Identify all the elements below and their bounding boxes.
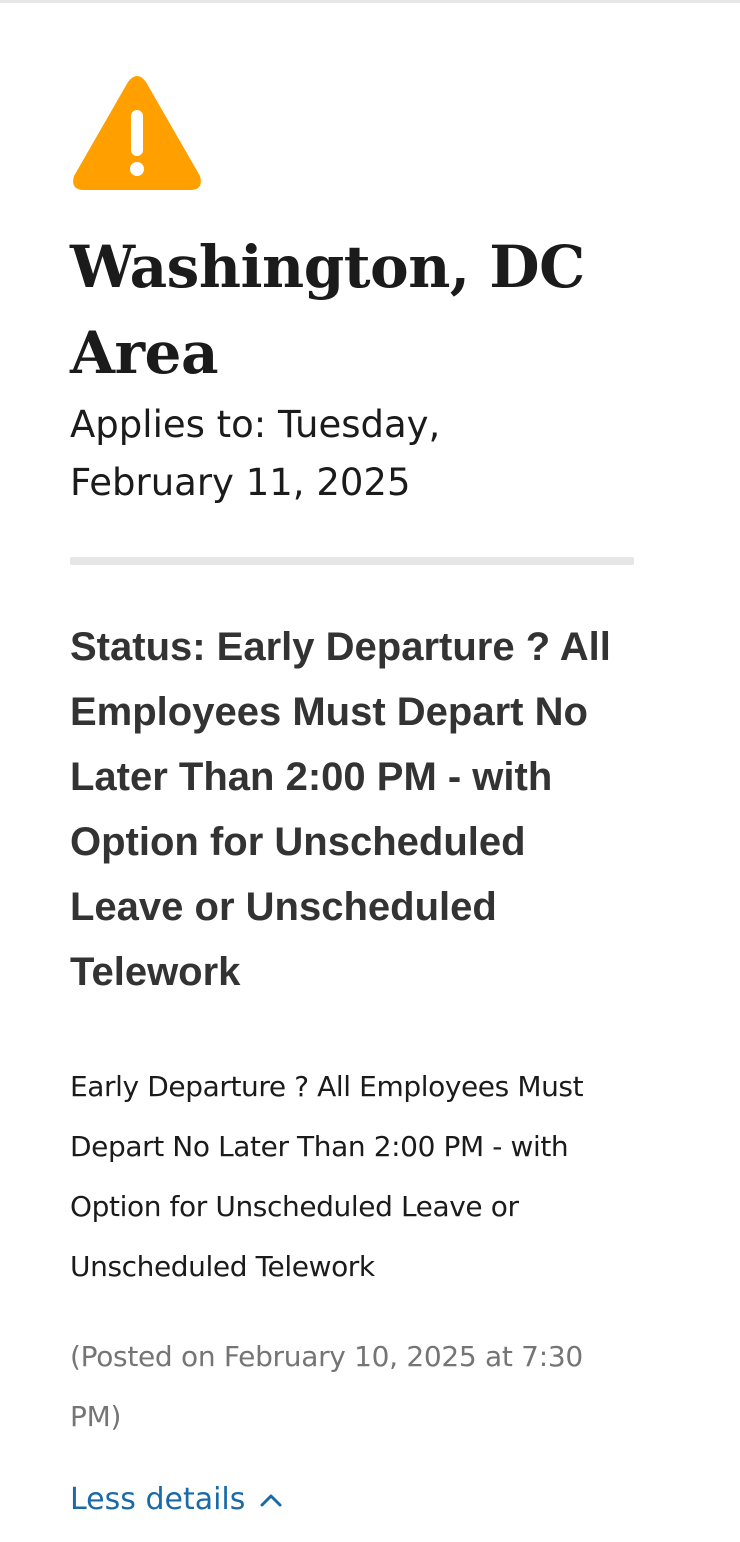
posted-timestamp: (Posted on February 10, 2025 at 7:30 PM) [70, 1340, 583, 1433]
chevron-up-icon [260, 1494, 282, 1506]
applies-to-date: Applies to: Tuesday, February 11, 2025 [70, 403, 441, 504]
status-description: Early Departure ? All Employees Must Dep… [70, 1070, 584, 1283]
less-details-link[interactable]: Less details [70, 1482, 283, 1517]
less-details-label: Less details [70, 1482, 246, 1517]
status-heading: Status: Early Departure ? All Employees … [70, 625, 611, 994]
top-border [0, 0, 740, 3]
alert-card: Washington, DC Area Applies to: Tuesday,… [70, 72, 640, 1517]
warning-triangle-icon [73, 76, 201, 190]
location-title: Washington, DC Area [70, 233, 585, 387]
section-divider [70, 557, 634, 565]
